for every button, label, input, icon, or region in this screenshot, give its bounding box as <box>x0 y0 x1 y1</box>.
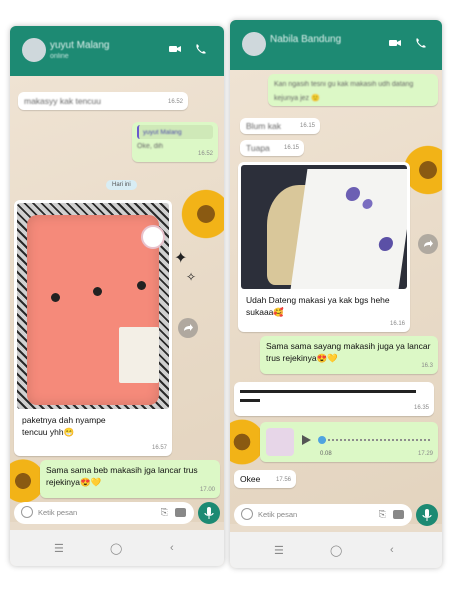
forward-icon[interactable] <box>418 234 438 254</box>
forward-icon[interactable] <box>178 318 198 338</box>
video-call-icon[interactable] <box>168 42 182 56</box>
redaction-scribble <box>240 390 416 393</box>
message-time: 17.56 <box>275 477 291 483</box>
home-icon[interactable]: ◯ <box>110 542 122 555</box>
embroidery-flower <box>377 237 394 251</box>
quoted-message[interactable]: yuyut Malang <box>137 125 213 139</box>
attach-icon[interactable]: ⎘ <box>161 507 168 518</box>
photo-message[interactable]: paketnya dah nyampe tencuu yhh😁 16.57 <box>14 200 172 456</box>
voice-call-icon[interactable] <box>414 36 428 50</box>
contact-name[interactable]: Nabila Bandung <box>270 34 341 45</box>
voice-call-icon[interactable] <box>194 42 208 56</box>
message-time: 17.29 <box>417 451 433 457</box>
back-icon[interactable]: ‹ <box>390 544 394 556</box>
system-navbar: ☰ ◯ ‹ <box>230 532 442 568</box>
contact-avatar[interactable] <box>242 32 266 56</box>
voice-duration: 0.08 <box>320 451 332 457</box>
message-text: Kan ngasih tesni gu kak makasih udh data… <box>274 81 414 102</box>
message-bubble-reply[interactable]: yuyut Malang Oke, dih 16.52 <box>132 122 218 162</box>
sender-avatar <box>266 428 294 456</box>
photo-message[interactable]: Udah Dateng makasi ya kak bgs hehe sukaa… <box>238 162 410 332</box>
play-icon[interactable] <box>300 434 312 449</box>
home-icon[interactable]: ◯ <box>330 544 342 557</box>
white-embroidered-shirt <box>290 169 407 289</box>
recents-icon[interactable]: ☰ <box>54 542 64 555</box>
message-text: Oke, dih <box>137 143 164 150</box>
message-input[interactable]: Ketik pesan ⎘ <box>234 504 412 526</box>
message-text: Okee <box>240 474 261 484</box>
button-dot <box>137 281 146 290</box>
mic-icon[interactable] <box>416 504 438 526</box>
embroidery-flower <box>361 199 374 209</box>
right-chat-screen: Nabila Bandung Kan ngasih tesni gu kak m… <box>230 20 442 568</box>
message-bubble[interactable]: makasyy kak tencuu 16.52 <box>18 92 188 110</box>
message-text: Tuapa <box>246 143 270 153</box>
recents-icon[interactable]: ☰ <box>274 544 284 557</box>
message-bubble[interactable]: Kan ngasih tesni gu kak makasih udh data… <box>268 74 438 106</box>
message-bubble[interactable]: Tuapa 16.15 <box>240 140 304 156</box>
chat-header: yuyut Malang online <box>10 26 224 76</box>
message-text: Sama sama sayang makasih juga ya lancar … <box>266 341 431 363</box>
sparkle-decoration: ✦ <box>174 250 188 267</box>
button-dot <box>93 287 102 296</box>
contact-name[interactable]: yuyut Malang <box>50 40 109 51</box>
message-composer: Ketik pesan ⎘ <box>234 504 438 526</box>
pink-clothing-package <box>27 215 159 405</box>
back-icon[interactable]: ‹ <box>170 542 174 554</box>
package-photo[interactable] <box>241 165 407 289</box>
input-placeholder: Ketik pesan <box>258 510 298 519</box>
message-time: 16.52 <box>167 99 183 105</box>
message-time: 16.16 <box>389 321 405 327</box>
message-time: 16.35 <box>413 405 429 411</box>
message-text: Blum kak <box>246 121 281 131</box>
system-navbar: ☰ ◯ ‹ <box>10 530 224 566</box>
mic-icon[interactable] <box>198 502 220 524</box>
message-time: 16.3 <box>421 363 433 369</box>
emoji-icon[interactable] <box>21 506 33 518</box>
camera-icon[interactable] <box>393 510 404 519</box>
redacted-message[interactable]: 16.35 <box>234 382 434 416</box>
message-time: 16.57 <box>151 445 167 451</box>
sparkle-decoration: ✧ <box>186 270 197 284</box>
message-time: 16.15 <box>299 123 315 129</box>
message-bubble[interactable]: Okee 17.56 <box>234 470 296 488</box>
attach-icon[interactable]: ⎘ <box>379 509 386 520</box>
photo-caption: Udah Dateng makasi ya kak bgs hehe sukaa… <box>246 295 390 317</box>
product-tag <box>119 327 159 383</box>
message-bubble[interactable]: Sama sama beb makasih jga lancar trus re… <box>40 460 220 498</box>
video-call-icon[interactable] <box>388 36 402 50</box>
input-placeholder: Ketik pesan <box>38 508 78 517</box>
photo-caption: paketnya dah nyampe tencuu yhh😁 <box>22 415 106 437</box>
quoted-author: yuyut Malang <box>143 129 182 136</box>
message-composer: Ketik pesan ⎘ <box>14 502 220 524</box>
voice-message[interactable]: 0.08 17.29 <box>260 422 438 462</box>
message-time: 16.15 <box>283 145 299 151</box>
message-bubble[interactable]: Blum kak 16.15 <box>240 118 320 134</box>
redaction-scribble <box>240 399 260 402</box>
camera-icon[interactable] <box>175 508 186 517</box>
brand-sticker <box>141 225 165 249</box>
left-chat-screen: yuyut Malang online makasyy kak tencuu 1… <box>10 26 224 566</box>
message-text: Sama sama beb makasih jga lancar trus re… <box>46 465 198 487</box>
package-photo[interactable] <box>17 203 169 409</box>
voice-waveform[interactable] <box>320 439 430 441</box>
chat-header: Nabila Bandung <box>230 20 442 70</box>
voice-scrubber[interactable] <box>318 436 326 444</box>
message-input[interactable]: Ketik pesan ⎘ <box>14 502 194 524</box>
emoji-icon[interactable] <box>241 508 253 520</box>
message-bubble[interactable]: Sama sama sayang makasih juga ya lancar … <box>260 336 438 374</box>
message-time: 16.52 <box>197 151 213 157</box>
contact-status: online <box>50 53 69 60</box>
button-dot <box>51 293 60 302</box>
message-text: makasyy kak tencuu <box>24 96 102 106</box>
message-time: 17.00 <box>199 487 215 493</box>
contact-avatar[interactable] <box>22 38 46 62</box>
date-chip: Hari ini <box>106 180 137 190</box>
embroidery-flower <box>344 187 361 201</box>
